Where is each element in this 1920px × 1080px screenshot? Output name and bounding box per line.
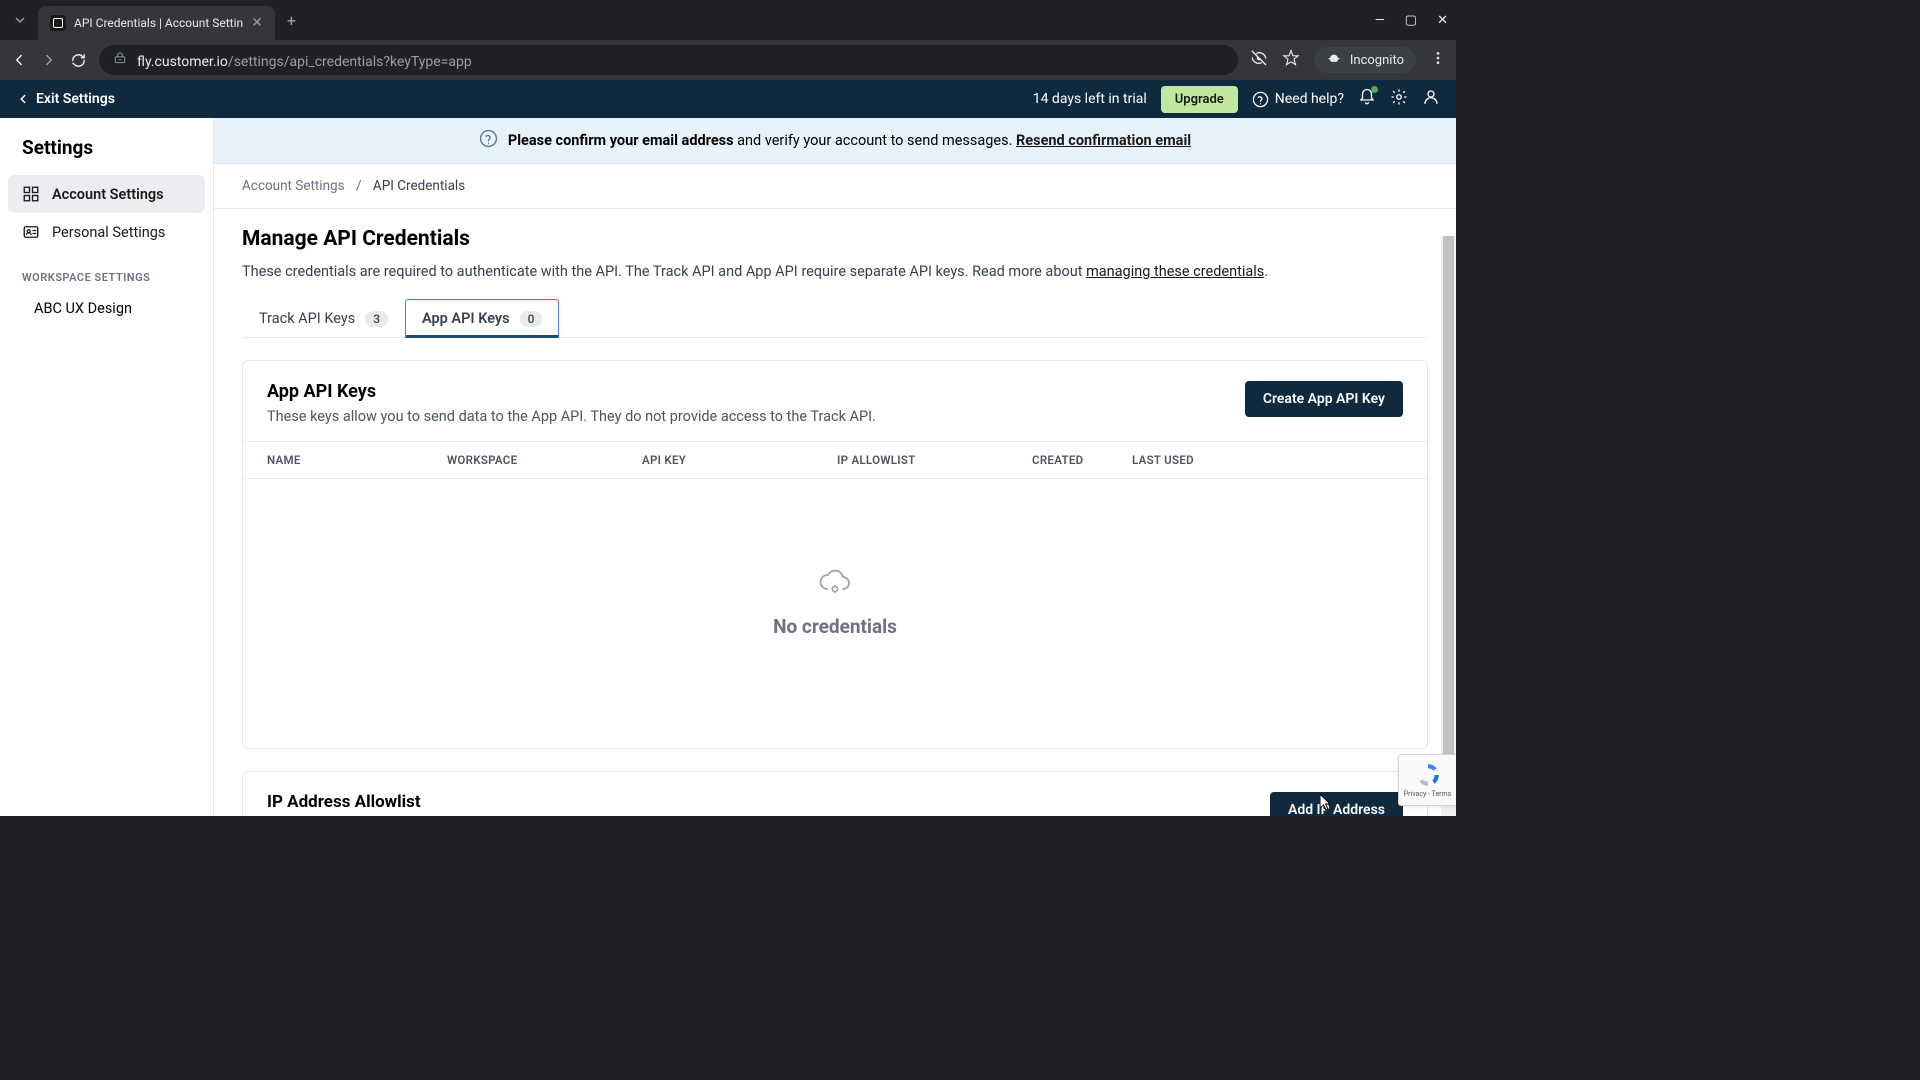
reload-button[interactable] — [70, 52, 87, 69]
col-workspace: WORKSPACE — [447, 453, 642, 467]
favicon-icon — [50, 15, 66, 31]
breadcrumb-parent[interactable]: Account Settings — [242, 178, 345, 194]
empty-state: No credentials — [243, 479, 1427, 748]
help-link[interactable]: Need help? — [1252, 91, 1344, 108]
col-lastused: LAST USED — [1132, 453, 1232, 467]
gear-icon[interactable] — [1390, 88, 1408, 110]
recaptcha-badge[interactable]: Privacy - Terms — [1398, 754, 1456, 806]
col-name: NAME — [267, 453, 447, 467]
trial-status: 14 days left in trial — [1033, 91, 1147, 107]
bookmark-icon[interactable] — [1282, 49, 1300, 71]
breadcrumb: Account Settings / API Credentials — [214, 164, 1456, 209]
ip-allowlist-card: IP Address Allowlist Allow IP addresses … — [242, 771, 1428, 816]
main-content: Please confirm your email address and ve… — [214, 118, 1456, 816]
new-tab-button[interactable]: + — [287, 11, 296, 30]
minimize-icon[interactable]: — — [1375, 13, 1385, 28]
sidebar-title: Settings — [8, 132, 205, 175]
card-title: IP Address Allowlist — [267, 792, 1137, 812]
user-card-icon — [22, 223, 40, 241]
browser-tab[interactable]: API Credentials | Account Settin ✕ — [38, 6, 275, 40]
sidebar-section-header: WORKSPACE SETTINGS — [8, 251, 205, 292]
docs-link[interactable]: managing these credentials — [1086, 263, 1264, 280]
card-title: App API Keys — [267, 381, 876, 402]
sidebar-workspace-item[interactable]: ABC UX Design — [8, 292, 205, 325]
back-button[interactable] — [10, 51, 28, 69]
incognito-badge[interactable]: Incognito — [1314, 47, 1416, 73]
browser-menu-icon[interactable] — [1430, 50, 1446, 70]
tab-count-badge: 3 — [365, 311, 388, 327]
confirm-email-banner: Please confirm your email address and ve… — [214, 118, 1456, 164]
tab-search-icon[interactable] — [8, 8, 32, 32]
col-created: CREATED — [1032, 453, 1132, 467]
breadcrumb-current: API Credentials — [373, 178, 465, 194]
empty-text: No credentials — [243, 615, 1427, 638]
col-apikey: API KEY — [642, 453, 837, 467]
sidebar-item-account-settings[interactable]: Account Settings — [8, 175, 205, 213]
notifications-icon[interactable] — [1358, 88, 1376, 110]
exit-settings-link[interactable]: Exit Settings — [16, 91, 115, 107]
app-header: Exit Settings 14 days left in trial Upgr… — [0, 80, 1456, 118]
cloud-gear-icon — [819, 569, 851, 601]
maximize-icon[interactable]: ▢ — [1405, 13, 1417, 28]
user-icon[interactable] — [1422, 88, 1440, 110]
page-description: These credentials are required to authen… — [242, 263, 1428, 280]
close-window-icon[interactable]: ✕ — [1437, 13, 1448, 28]
browser-toolbar: fly.customer.io/settings/api_credentials… — [0, 40, 1456, 80]
upgrade-button[interactable]: Upgrade — [1161, 86, 1238, 113]
forward-button[interactable] — [40, 51, 58, 69]
grid-icon — [22, 185, 40, 203]
tab-title: API Credentials | Account Settin — [74, 16, 243, 30]
tabs: Track API Keys 3 App API Keys 0 — [242, 298, 1428, 338]
site-info-icon[interactable] — [113, 51, 127, 69]
scrollbar[interactable] — [1441, 236, 1456, 816]
app-api-keys-card: App API Keys These keys allow you to sen… — [242, 360, 1428, 749]
close-icon[interactable]: ✕ — [251, 15, 263, 31]
address-bar[interactable]: fly.customer.io/settings/api_credentials… — [99, 45, 1238, 75]
browser-tabstrip: API Credentials | Account Settin ✕ + — ▢… — [0, 0, 1456, 40]
sidebar-item-personal-settings[interactable]: Personal Settings — [8, 213, 205, 251]
sidebar: Settings Account Settings Personal Setti… — [0, 118, 214, 816]
window-controls: — ▢ ✕ — [1375, 13, 1448, 28]
add-ip-address-button[interactable]: Add IP Address — [1270, 792, 1403, 816]
table-header: NAME WORKSPACE API KEY IP ALLOWLIST CREA… — [243, 441, 1427, 479]
create-app-api-key-button[interactable]: Create App API Key — [1245, 381, 1403, 417]
scrollbar-thumb[interactable] — [1443, 236, 1454, 796]
eye-off-icon[interactable] — [1250, 49, 1268, 71]
resend-confirmation-link[interactable]: Resend confirmation email — [1016, 132, 1191, 149]
page-title: Manage API Credentials — [242, 227, 1428, 251]
info-icon — [479, 129, 498, 152]
col-allowlist: IP ALLOWLIST — [837, 453, 1032, 467]
tab-count-badge: 0 — [520, 311, 543, 327]
url-text: fly.customer.io/settings/api_credentials… — [137, 51, 472, 70]
card-description: These keys allow you to send data to the… — [267, 408, 876, 425]
tab-track-api-keys[interactable]: Track API Keys 3 — [242, 299, 405, 338]
notification-dot — [1371, 86, 1378, 93]
tab-app-api-keys[interactable]: App API Keys 0 — [405, 299, 559, 338]
